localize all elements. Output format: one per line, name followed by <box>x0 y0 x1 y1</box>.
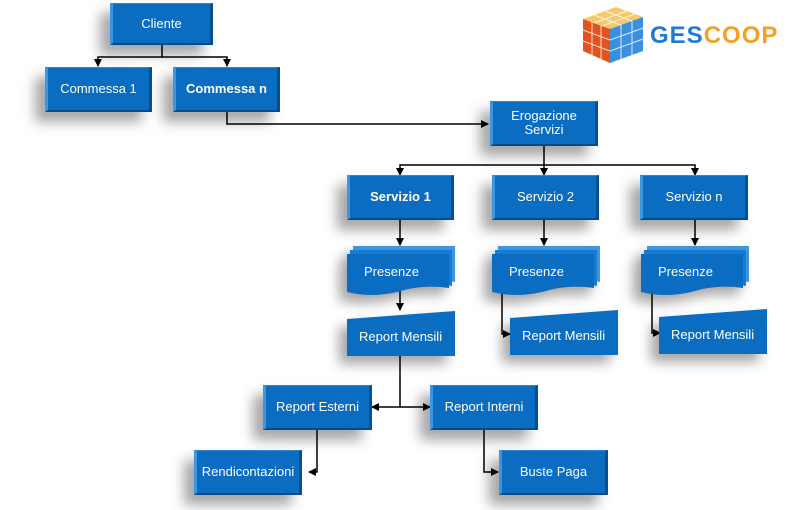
connector-cliente-n <box>162 56 231 67</box>
node-servizio-n[interactable]: Servizio n <box>640 175 748 220</box>
node-commessa-1[interactable]: Commessa 1 <box>45 67 152 112</box>
node-presenze-n[interactable]: Presenze <box>641 246 749 295</box>
node-erogazione-servizi[interactable]: Erogazione Servizi <box>490 101 598 146</box>
node-report-esterni[interactable]: Report Esterni <box>263 385 372 430</box>
node-report-mensili-2[interactable]: Report Mensili <box>510 310 618 355</box>
node-presenze-1[interactable]: Presenze <box>347 246 455 295</box>
connector-cliente <box>94 45 163 67</box>
node-report-interni[interactable]: Report Interni <box>430 385 538 430</box>
node-servizio-1[interactable]: Servizio 1 <box>347 175 454 220</box>
node-report-mensili-n[interactable]: Report Mensili <box>659 309 767 354</box>
node-report-mensili-1[interactable]: Report Mensili <box>347 311 455 356</box>
node-rendicontazioni[interactable]: Rendicontazioni <box>194 450 302 495</box>
connector-commessa-erogazione <box>226 112 489 128</box>
node-commessa-n[interactable]: Commessa n <box>173 67 280 112</box>
connector-erogazione <box>396 146 545 176</box>
node-presenze-2[interactable]: Presenze <box>492 246 600 295</box>
node-cliente[interactable]: Cliente <box>110 3 213 45</box>
node-buste-paga[interactable]: Buste Paga <box>499 450 608 495</box>
node-servizio-2[interactable]: Servizio 2 <box>492 175 599 220</box>
